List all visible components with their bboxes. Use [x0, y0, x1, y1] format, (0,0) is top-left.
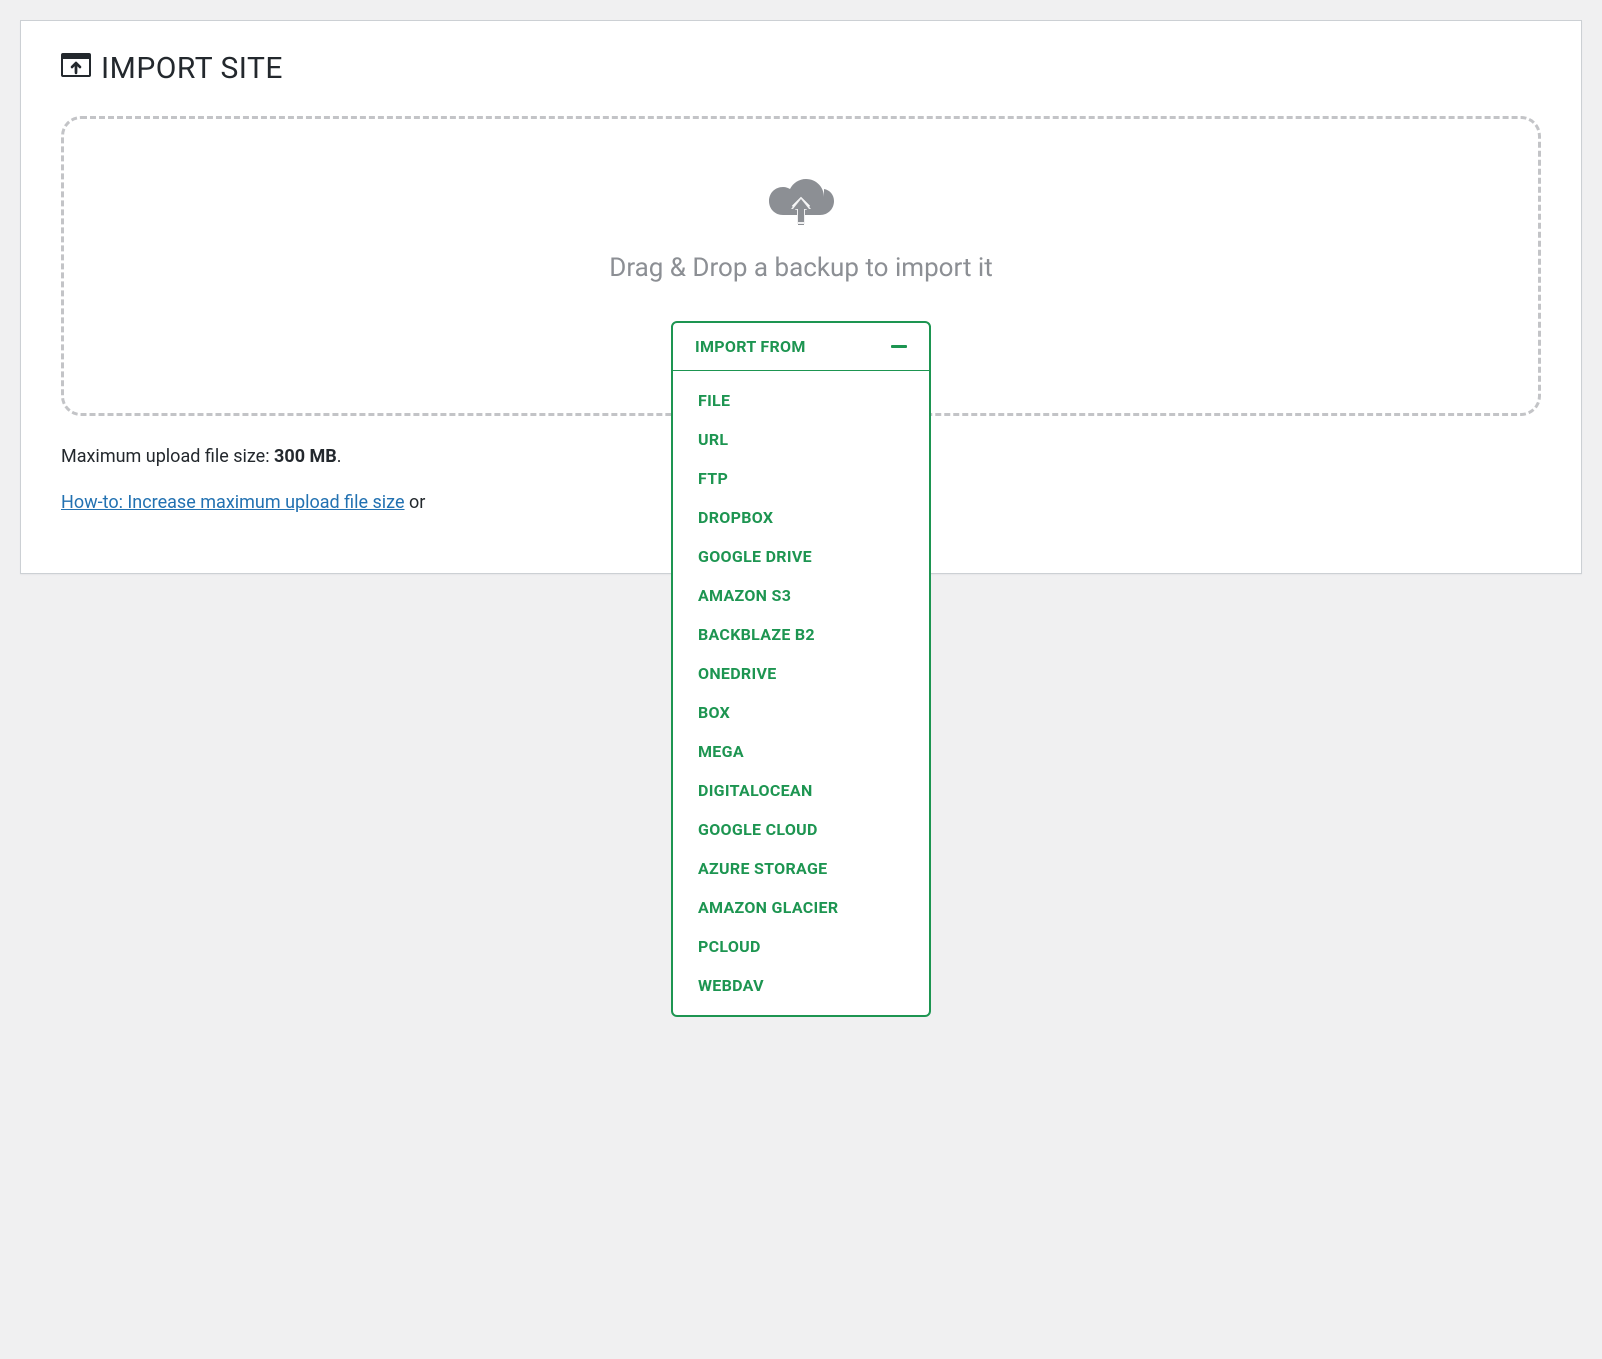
cloud-upload-icon: [764, 169, 839, 233]
import-site-panel: IMPORT SITE Drag & Drop a backup to impo…: [20, 20, 1582, 574]
increase-size-link[interactable]: How-to: Increase maximum upload file siz…: [61, 492, 405, 513]
import-option-box[interactable]: BOX: [673, 693, 929, 732]
panel-title: IMPORT SITE: [101, 51, 283, 86]
import-from-label: IMPORT FROM: [695, 337, 806, 356]
import-option-amazon-glacier[interactable]: AMAZON GLACIER: [673, 888, 929, 927]
import-icon: [61, 53, 91, 85]
import-option-google-drive[interactable]: GOOGLE DRIVE: [673, 537, 929, 576]
import-option-azure-storage[interactable]: AZURE STORAGE: [673, 849, 929, 888]
import-option-ftp[interactable]: FTP: [673, 459, 929, 498]
import-from-dropdown: IMPORT FROM FILE URL FTP DROPBOX GOOGLE …: [671, 321, 931, 1017]
import-option-backblaze-b2[interactable]: BACKBLAZE B2: [673, 615, 929, 654]
import-from-toggle[interactable]: IMPORT FROM: [673, 323, 929, 371]
import-option-dropbox[interactable]: DROPBOX: [673, 498, 929, 537]
dropzone-text: Drag & Drop a backup to import it: [84, 253, 1518, 283]
help-or-text: or: [405, 492, 426, 513]
import-option-mega[interactable]: MEGA: [673, 732, 929, 771]
minus-icon: [891, 345, 907, 348]
import-option-google-cloud[interactable]: GOOGLE CLOUD: [673, 810, 929, 849]
import-option-amazon-s3[interactable]: AMAZON S3: [673, 576, 929, 615]
period: .: [337, 446, 342, 467]
import-option-onedrive[interactable]: ONEDRIVE: [673, 654, 929, 693]
max-upload-label: Maximum upload file size:: [61, 446, 274, 467]
import-option-file[interactable]: FILE: [673, 381, 929, 420]
panel-header: IMPORT SITE: [61, 51, 1541, 86]
import-option-digitalocean[interactable]: DIGITALOCEAN: [673, 771, 929, 810]
max-upload-value: 300 MB: [274, 446, 337, 467]
import-option-url[interactable]: URL: [673, 420, 929, 459]
import-options-list: FILE URL FTP DROPBOX GOOGLE DRIVE AMAZON…: [673, 371, 929, 1015]
import-option-pcloud[interactable]: PCLOUD: [673, 927, 929, 966]
import-option-webdav[interactable]: WEBDAV: [673, 966, 929, 1005]
